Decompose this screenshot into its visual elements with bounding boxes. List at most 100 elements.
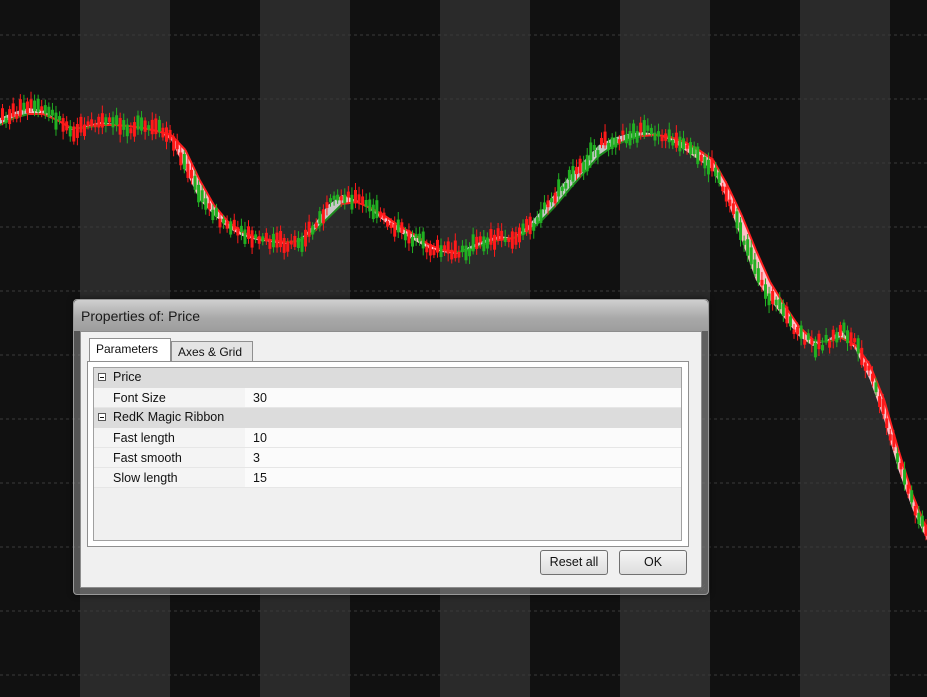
candle (314, 222, 318, 228)
candle (735, 211, 739, 229)
candle (774, 299, 778, 306)
candle (553, 192, 557, 204)
slow-length-field[interactable]: 15 (245, 468, 681, 487)
candle (888, 434, 892, 441)
dialog-content: Parameters Axes & Grid Price Font Size 3… (80, 331, 702, 588)
candle (649, 127, 653, 135)
candle (464, 245, 468, 261)
candle (617, 139, 621, 144)
candle (453, 240, 457, 259)
candle (667, 129, 671, 143)
candle (792, 329, 796, 335)
candle (403, 233, 407, 241)
candle (692, 146, 696, 155)
candle (599, 137, 603, 146)
candle (528, 216, 532, 235)
reset-all-button[interactable]: Reset all (540, 550, 608, 575)
candle (860, 347, 864, 365)
candle (65, 121, 69, 131)
candle (539, 209, 543, 223)
category-redk-magic-ribbon[interactable]: RedK Magic Ribbon (94, 408, 681, 428)
candle (728, 199, 732, 207)
tab-parameters[interactable]: Parameters (89, 338, 171, 361)
candle (247, 226, 251, 239)
candle (318, 211, 322, 224)
resize-grip-icon[interactable] (696, 582, 706, 592)
property-row-fast-length[interactable]: Fast length 10 (94, 428, 681, 448)
candle (639, 122, 643, 133)
candle (550, 198, 554, 203)
candle (161, 127, 165, 138)
candle (885, 418, 889, 428)
candle (821, 344, 825, 351)
candle (475, 236, 479, 249)
property-row-font-size[interactable]: Font Size 30 (94, 388, 681, 408)
category-price[interactable]: Price (94, 368, 681, 388)
candle (450, 249, 454, 260)
candle (336, 194, 340, 201)
candle (731, 203, 735, 215)
candle (229, 221, 233, 235)
candle (532, 222, 536, 231)
candle (863, 362, 867, 371)
candle (514, 232, 518, 245)
candle (47, 106, 51, 118)
candle (510, 231, 514, 249)
candle (357, 194, 361, 202)
candle (332, 195, 336, 200)
candle (172, 136, 176, 151)
candle (389, 222, 393, 229)
candle (29, 99, 33, 109)
candle (592, 145, 596, 151)
collapse-icon[interactable] (98, 373, 106, 381)
property-row-fast-smooth[interactable]: Fast smooth 3 (94, 448, 681, 468)
collapse-icon[interactable] (98, 413, 106, 421)
property-label: Slow length (113, 471, 178, 485)
candle (107, 117, 111, 123)
dialog-titlebar[interactable]: Properties of: Price (74, 300, 708, 331)
candle (856, 338, 860, 354)
candle (207, 203, 211, 210)
candle (72, 126, 76, 142)
candle (286, 241, 290, 252)
candle (685, 144, 689, 149)
candle (154, 118, 158, 135)
fast-length-field[interactable]: 10 (245, 428, 681, 447)
candle (446, 241, 450, 254)
candle (282, 237, 286, 253)
properties-dialog[interactable]: Properties of: Price Parameters Axes & G… (73, 299, 709, 595)
tab-axes-grid[interactable]: Axes & Grid (171, 341, 253, 361)
candle (920, 515, 924, 527)
candle (578, 158, 582, 174)
property-row-slow-length[interactable]: Slow length 15 (94, 468, 681, 488)
ok-button[interactable]: OK (619, 550, 687, 575)
candle (899, 463, 903, 470)
candle (706, 159, 710, 175)
candle (289, 240, 293, 245)
candle (874, 382, 878, 393)
candle (50, 109, 54, 116)
candle (225, 221, 229, 229)
candle (43, 105, 47, 114)
candle (485, 237, 489, 249)
candle (674, 132, 678, 148)
candle (746, 239, 750, 256)
candle (425, 246, 429, 253)
candle (182, 154, 186, 170)
candle (11, 103, 15, 117)
candle (371, 204, 375, 220)
candle (607, 142, 611, 150)
candle (660, 136, 664, 142)
candle (603, 131, 607, 146)
candle (8, 109, 12, 125)
fast-smooth-field[interactable]: 3 (245, 448, 681, 467)
candle (799, 325, 803, 339)
candle (321, 209, 325, 224)
candle (339, 195, 343, 201)
candle (279, 231, 283, 248)
candle (903, 469, 907, 485)
font-size-field[interactable]: 30 (245, 388, 681, 407)
candle (493, 234, 497, 250)
candle (803, 339, 807, 345)
candle (810, 337, 814, 345)
